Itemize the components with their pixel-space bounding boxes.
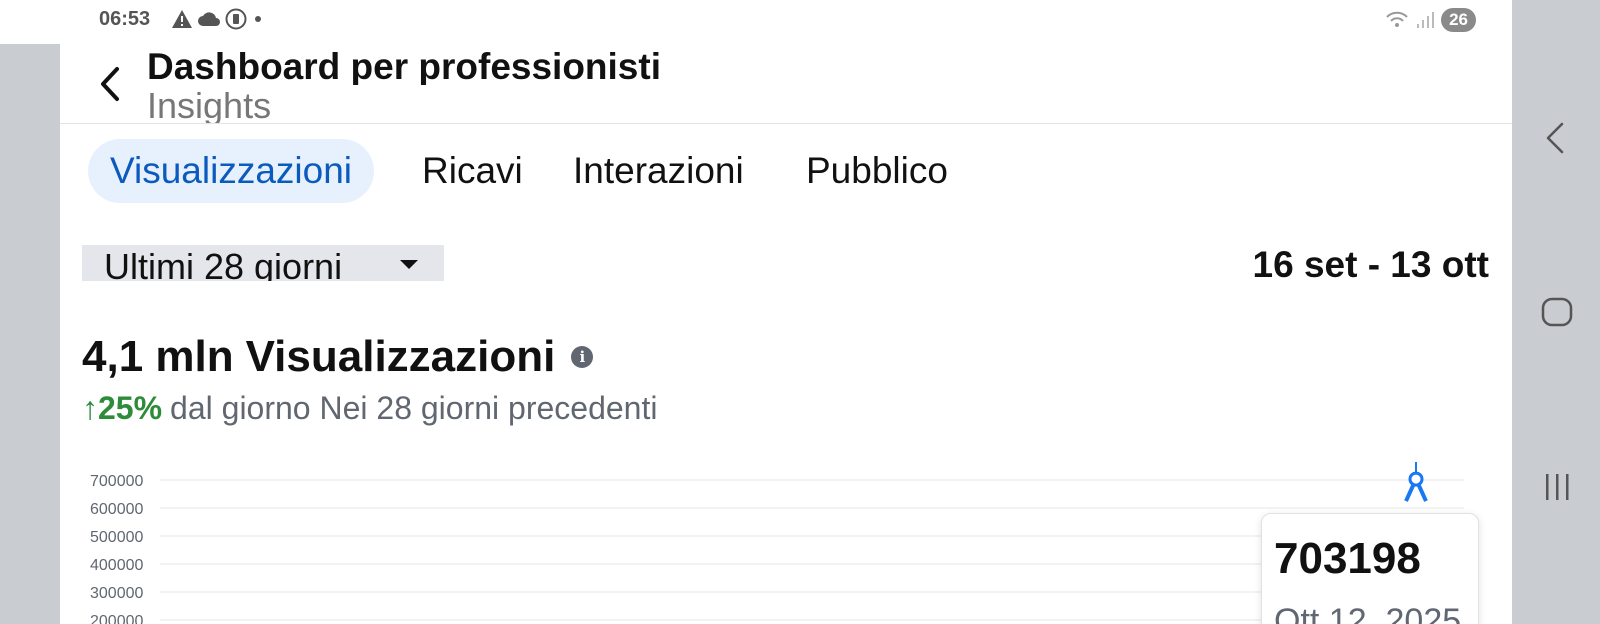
nav-recents-icon[interactable]: [1542, 472, 1572, 502]
nav-back-icon[interactable]: [1544, 122, 1566, 154]
y-tick-label: 700000: [90, 473, 143, 490]
views-total-value: 4,1 mln: [82, 332, 234, 381]
views-total: 4,1 mln Visualizzazioni i: [82, 332, 594, 382]
y-tick-label: 500000: [90, 529, 143, 546]
change-arrow: ↑: [82, 390, 98, 426]
y-tick-label: 200000: [90, 613, 143, 624]
y-tick-label: 300000: [90, 585, 143, 602]
highlight-point[interactable]: [1408, 471, 1424, 487]
page-title: Dashboard per professionisti: [147, 46, 661, 85]
views-total-label: Visualizzazioni: [245, 332, 556, 381]
tab-pubblico[interactable]: Pubblico: [784, 139, 970, 203]
screen-record-icon: [225, 8, 247, 30]
back-button[interactable]: [90, 60, 130, 108]
status-icons: [171, 8, 265, 30]
cloud-icon: [198, 12, 220, 26]
chart-tooltip: 703198 Ott 12, 2025: [1261, 513, 1479, 624]
battery-indicator: 26: [1441, 8, 1476, 32]
tab-interazioni[interactable]: Interazioni: [551, 139, 766, 203]
nav-home-icon[interactable]: [1540, 296, 1574, 328]
signal-icon: [1417, 12, 1435, 28]
dot-icon: [255, 16, 261, 22]
left-background: [0, 0, 60, 624]
system-nav-bar: [1512, 0, 1600, 624]
tooltip-value: 703198: [1274, 534, 1421, 583]
caret-down-icon: [400, 260, 418, 269]
warning-icon: [172, 10, 192, 28]
tab-visualizzazioni[interactable]: Visualizzazioni: [88, 139, 374, 203]
tab-ricavi[interactable]: Ricavi: [400, 139, 545, 203]
y-tick-label: 600000: [90, 501, 143, 518]
app-screen: 06:53 26 Dashboard per professionisti In…: [60, 0, 1512, 624]
tooltip-date: Ott 12, 2025: [1274, 602, 1462, 624]
date-range-dropdown-label: Ultimi 28 giorni: [104, 246, 343, 281]
left-background-top: [0, 0, 60, 44]
back-arrow-icon: [101, 67, 119, 101]
info-icon[interactable]: i: [571, 346, 594, 368]
status-time: 06:53: [99, 8, 151, 30]
status-right: 26: [1385, 8, 1476, 32]
date-range-text: 16 set - 13 ott: [1252, 244, 1489, 285]
date-range-dropdown[interactable]: Ultimi 28 giorni: [82, 245, 444, 281]
change-description: dal giorno Nei 28 giorni precedenti: [170, 390, 658, 426]
change-percent: 25%: [98, 390, 163, 426]
views-change: ↑25% dal giorno Nei 28 giorni precedenti: [82, 390, 657, 427]
y-tick-label: 400000: [90, 557, 143, 574]
wifi-icon: [1386, 11, 1408, 27]
header-divider: [60, 123, 1512, 124]
page-subtitle: Insights: [147, 86, 272, 124]
